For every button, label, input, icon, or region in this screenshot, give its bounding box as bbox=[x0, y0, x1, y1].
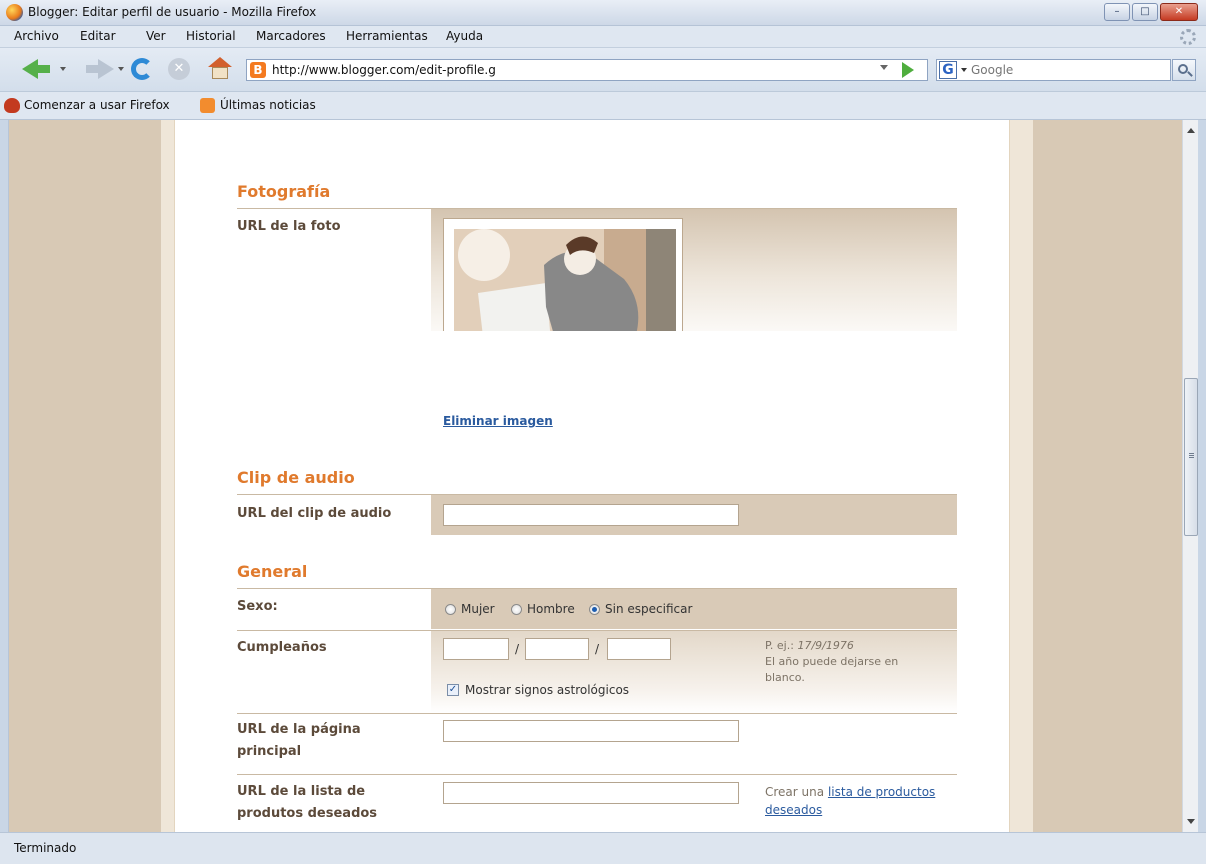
grip-icon bbox=[1189, 453, 1194, 454]
homepage-url-label: URL de la página principal bbox=[237, 722, 361, 759]
section-title-audio: Clip de audio bbox=[237, 468, 355, 487]
birthday-hint-note: El año puede dejarse en blanco. bbox=[765, 655, 899, 684]
bookmark-label: Últimas noticias bbox=[220, 98, 316, 112]
maximize-button[interactable]: □ bbox=[1132, 3, 1158, 21]
page-margin-right bbox=[1033, 120, 1182, 832]
status-text: Terminado bbox=[14, 841, 77, 855]
page-viewport: Fotografía URL de la foto Eliminar image… bbox=[8, 120, 1182, 832]
home-button[interactable] bbox=[206, 56, 234, 82]
minimize-button[interactable]: – bbox=[1104, 3, 1130, 21]
photo-url-label: URL de la foto bbox=[237, 219, 341, 234]
window-controls: – □ ✕ bbox=[1104, 3, 1198, 21]
bookmark-getting-started[interactable]: Comenzar a usar Firefox bbox=[4, 98, 170, 113]
address-bar[interactable]: B http://www.blogger.com/edit-profile.g bbox=[246, 59, 928, 81]
stop-button[interactable]: ✕ bbox=[166, 56, 192, 82]
vertical-scrollbar[interactable] bbox=[1182, 120, 1198, 832]
homepage-url-input[interactable] bbox=[443, 720, 739, 742]
sex-radio-female[interactable] bbox=[445, 604, 456, 615]
sex-radio-unspecified[interactable] bbox=[589, 604, 600, 615]
audio-url-input[interactable] bbox=[443, 504, 739, 526]
menu-ayuda[interactable]: Ayuda bbox=[446, 29, 483, 43]
firefox-icon bbox=[6, 4, 23, 21]
search-input[interactable] bbox=[971, 62, 1161, 78]
stop-icon: ✕ bbox=[168, 58, 190, 80]
birthday-year-input[interactable] bbox=[607, 638, 671, 660]
menu-marcadores[interactable]: Marcadores bbox=[256, 29, 326, 43]
birthday-month-input[interactable] bbox=[525, 638, 589, 660]
sex-label: Sexo: bbox=[237, 599, 278, 614]
page-margin-left bbox=[9, 120, 161, 832]
scrollbar-thumb[interactable] bbox=[1184, 378, 1198, 536]
sex-option-unspecified[interactable]: Sin especificar bbox=[605, 602, 692, 616]
wishlist-hint-prefix: Crear una bbox=[765, 785, 825, 799]
wishlist-url-label: URL de la lista de produtos deseados bbox=[237, 784, 378, 821]
birthday-separator: / bbox=[515, 642, 520, 656]
page-frame-right bbox=[1009, 120, 1033, 832]
section-title-general: General bbox=[237, 562, 308, 581]
divider bbox=[237, 713, 957, 714]
search-button[interactable] bbox=[1172, 59, 1196, 81]
divider bbox=[237, 774, 957, 775]
navigation-toolbar: ✕ B http://www.blogger.com/edit-profile.… bbox=[0, 48, 1206, 92]
menu-herramientas[interactable]: Herramientas bbox=[346, 29, 428, 43]
blogger-favicon-icon: B bbox=[250, 62, 266, 78]
forward-button[interactable] bbox=[82, 56, 118, 82]
menu-ver[interactable]: Ver bbox=[146, 29, 166, 43]
back-button[interactable] bbox=[18, 56, 54, 82]
menu-historial[interactable]: Historial bbox=[186, 29, 236, 43]
forward-history-dropdown-icon[interactable] bbox=[118, 67, 124, 71]
back-arrow-icon bbox=[22, 59, 38, 79]
astro-signs-checkbox[interactable]: ✓ bbox=[447, 684, 459, 696]
google-engine-icon[interactable]: G bbox=[939, 61, 957, 79]
search-box[interactable]: G bbox=[936, 59, 1171, 81]
bookmarks-toolbar: Comenzar a usar Firefox Últimas noticias bbox=[0, 92, 1206, 120]
scroll-up-arrow-icon[interactable] bbox=[1187, 128, 1195, 133]
section-title-photo: Fotografía bbox=[237, 182, 331, 201]
go-button[interactable] bbox=[902, 62, 914, 78]
wishlist-hint: Crear una lista de productos deseados bbox=[765, 783, 955, 819]
url-text[interactable]: http://www.blogger.com/edit-profile.g bbox=[272, 63, 496, 77]
url-history-dropdown-icon[interactable] bbox=[880, 65, 888, 70]
page-frame-left bbox=[161, 120, 175, 832]
rss-icon bbox=[200, 98, 215, 113]
wishlist-url-input[interactable] bbox=[443, 782, 739, 804]
remove-image-link[interactable]: Eliminar imagen bbox=[443, 414, 553, 428]
firefox-bookmark-icon bbox=[4, 98, 20, 113]
birthday-day-input[interactable] bbox=[443, 638, 509, 660]
window-border-right bbox=[1198, 120, 1206, 832]
scroll-down-arrow-icon[interactable] bbox=[1187, 819, 1195, 824]
audio-url-label: URL del clip de audio bbox=[237, 506, 392, 521]
engine-dropdown-icon[interactable] bbox=[961, 68, 967, 72]
forward-arrow-icon bbox=[98, 59, 114, 79]
bookmark-label: Comenzar a usar Firefox bbox=[24, 98, 170, 112]
title-bar: Blogger: Editar perfil de usuario - Mozi… bbox=[0, 0, 1206, 26]
sex-radio-male[interactable] bbox=[511, 604, 522, 615]
menu-archivo[interactable]: Archivo bbox=[14, 29, 59, 43]
birthday-separator: / bbox=[595, 642, 600, 656]
window-border-left bbox=[0, 120, 8, 832]
sex-field-band bbox=[431, 589, 957, 629]
bookmark-latest-news[interactable]: Últimas noticias bbox=[200, 98, 316, 113]
back-history-dropdown-icon[interactable] bbox=[60, 67, 66, 71]
reload-button[interactable] bbox=[128, 56, 156, 82]
menu-editar[interactable]: Editar bbox=[80, 29, 116, 43]
birthday-hint-prefix: P. ej.: bbox=[765, 639, 794, 652]
menu-bar: Archivo Editar Ver Historial Marcadores … bbox=[0, 26, 1206, 48]
birthday-label: Cumpleaños bbox=[237, 640, 327, 655]
status-bar: Terminado bbox=[0, 832, 1206, 864]
window-title: Blogger: Editar perfil de usuario - Mozi… bbox=[28, 5, 317, 19]
birthday-hint-example: 17/9/1976 bbox=[797, 639, 854, 652]
birthday-hint: P. ej.: 17/9/1976 El año puede dejarse e… bbox=[765, 638, 935, 686]
profile-form: Fotografía URL de la foto Eliminar image… bbox=[175, 120, 1009, 832]
astro-signs-label[interactable]: Mostrar signos astrológicos bbox=[465, 683, 629, 697]
home-icon bbox=[208, 57, 232, 67]
reload-icon bbox=[131, 58, 153, 80]
sex-option-female[interactable]: Mujer bbox=[461, 602, 495, 616]
throbber-icon bbox=[1180, 29, 1196, 45]
sex-option-male[interactable]: Hombre bbox=[527, 602, 575, 616]
close-button[interactable]: ✕ bbox=[1160, 3, 1198, 21]
